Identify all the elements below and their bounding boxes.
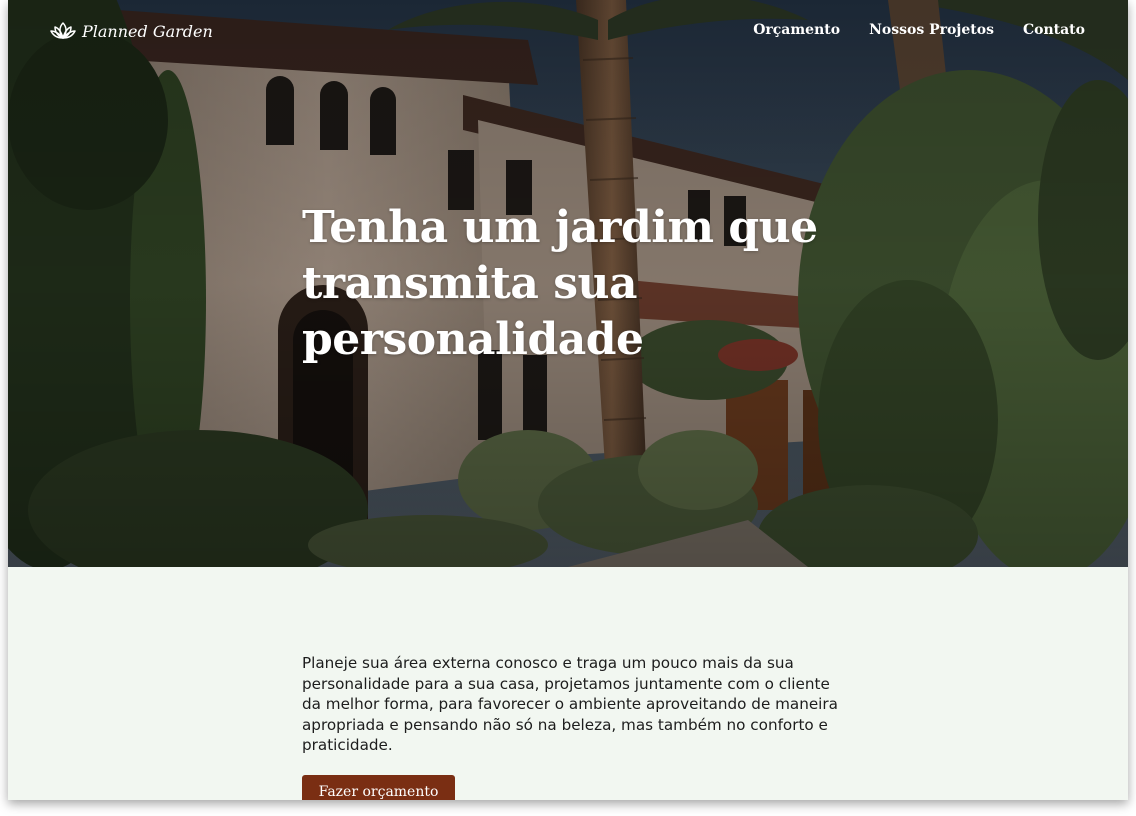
intro-paragraph: Planeje sua área externa conosco e traga… <box>302 654 838 755</box>
brand-name: Planned Garden <box>82 21 213 41</box>
nav-link-nossos-projetos[interactable]: Nossos Projetos <box>869 22 994 38</box>
top-navigation: Planned Garden Orçamento Nossos Projetos… <box>8 0 1128 64</box>
hero-headline: Tenha um jardim que transmita sua person… <box>302 202 818 365</box>
intro-section: Planeje sua área externa conosco e traga… <box>8 567 1128 800</box>
nav-link-orcamento[interactable]: Orçamento <box>753 22 840 38</box>
nav-link-contato[interactable]: Contato <box>1023 22 1085 38</box>
hero-section: Planned Garden Orçamento Nossos Projetos… <box>8 0 1128 567</box>
nav-menu: Orçamento Nossos Projetos Contato <box>753 22 1085 38</box>
request-quote-button[interactable]: Fazer orçamento <box>302 775 455 800</box>
page-frame: Planned Garden Orçamento Nossos Projetos… <box>8 0 1128 800</box>
brand[interactable]: Planned Garden <box>50 20 213 42</box>
lotus-icon <box>50 22 76 39</box>
